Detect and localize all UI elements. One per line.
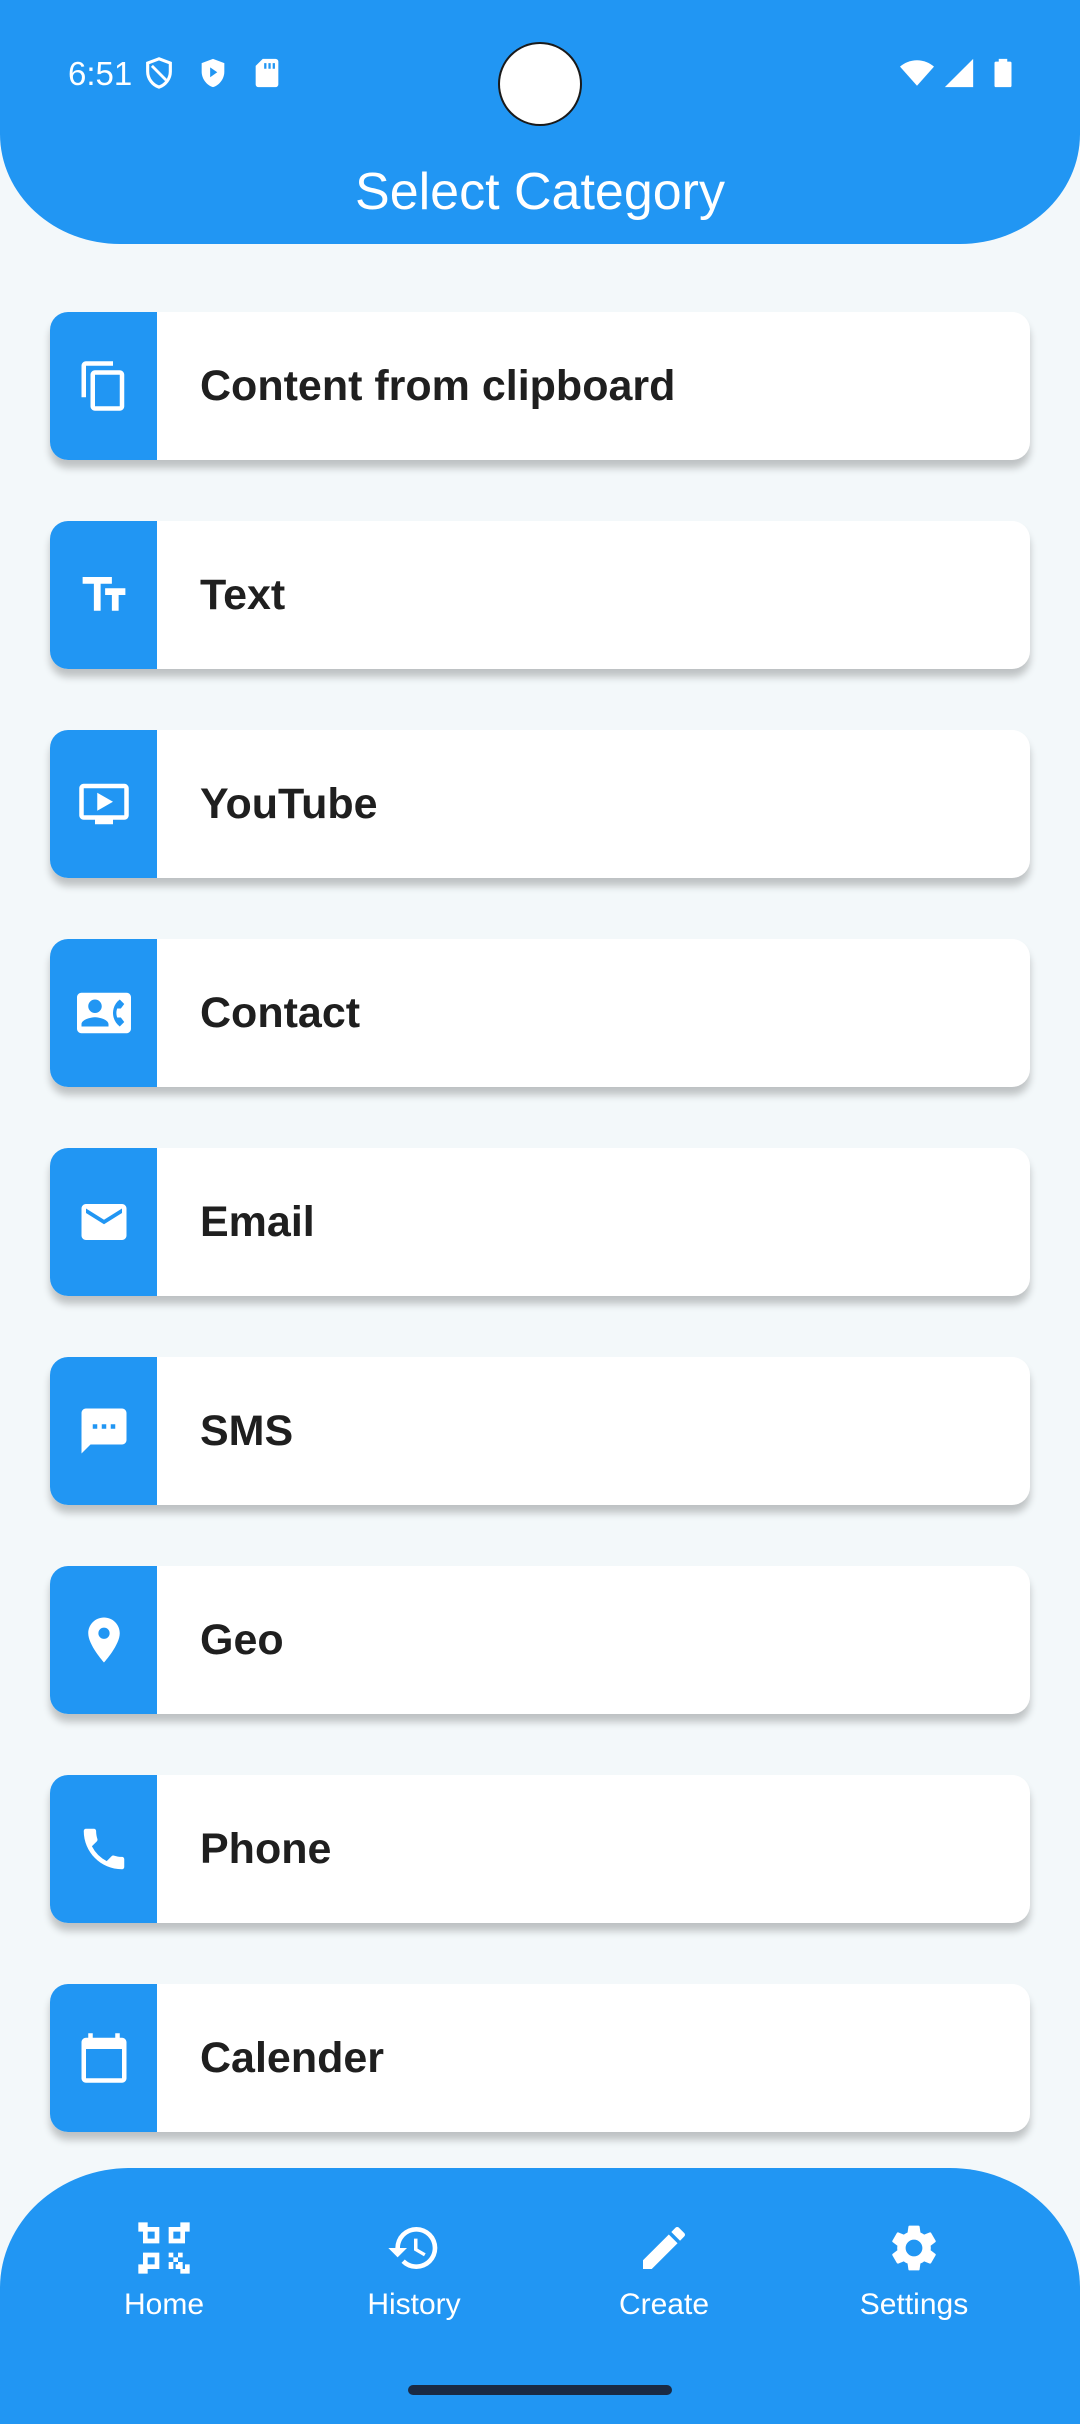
email-icon [81,1204,126,1240]
nav-item-settings[interactable]: Settings [814,2220,1014,2322]
category-icon-box [50,1775,157,1923]
category-item-youtube[interactable]: YouTube [50,730,1030,878]
play-shield-icon [201,58,225,88]
nav-label: Home [123,2288,205,2321]
category-item-sms[interactable]: SMS [50,1357,1030,1505]
category-item-clipboard[interactable]: Content from clipboard [50,312,1030,460]
category-label: SMS [200,1407,294,1455]
category-label: Email [200,1198,315,1246]
sd-card-icon [255,58,279,88]
calendar-icon [81,2033,126,2083]
category-label: Text [200,571,286,619]
category-item-contact[interactable]: Contact [50,939,1030,1087]
qr-code-icon [138,2222,190,2274]
home-indicator[interactable] [408,2385,672,2395]
page-title: Select Category [355,163,725,221]
video-screen-icon [78,783,129,825]
category-icon-box [50,1148,157,1296]
category-label: YouTube [200,780,378,828]
pencil-icon [643,2226,686,2269]
category-icon-box [50,1566,157,1714]
category-item-email[interactable]: Email [50,1148,1030,1296]
location-pin-icon [87,1617,120,1663]
cellular-signal-icon [944,58,974,88]
category-icon-box [50,312,157,460]
category-label: Calender [200,2034,385,2082]
nav-item-create[interactable]: Create [564,2220,764,2322]
nav-item-history[interactable]: History [314,2220,514,2322]
category-list: Content from clipboard Text YouTube Cont… [50,312,1030,2193]
status-time: 6:51 [68,55,133,92]
contact-card-icon [76,992,131,1034]
category-label: Geo [200,1616,284,1664]
gear-icon [892,2225,936,2271]
category-icon-box [50,521,157,669]
app-header: 6:51 Select Category [0,0,1080,244]
copy-icon [81,361,124,411]
category-label: Contact [200,989,361,1037]
nav-label: Settings [859,2288,969,2321]
category-item-phone[interactable]: Phone [50,1775,1030,1923]
category-icon-box [50,1984,157,2132]
category-label: Phone [200,1825,332,1873]
category-label: Content from clipboard [200,362,676,410]
text-fields-icon [82,577,125,611]
nav-label: Create [618,2288,710,2321]
category-item-geo[interactable]: Geo [50,1566,1030,1714]
nav-item-home[interactable]: Home [64,2220,264,2322]
history-icon [388,2227,438,2269]
nav-label: History [367,2288,461,2321]
battery-icon [994,58,1012,88]
camera-cutout [500,44,580,124]
sms-icon [81,1408,126,1454]
category-icon-box [50,939,157,1087]
category-item-text[interactable]: Text [50,521,1030,669]
shield-outline-icon [146,57,172,89]
category-icon-box [50,730,157,878]
phone-icon [83,1828,124,1870]
category-item-calender[interactable]: Calender [50,1984,1030,2132]
wifi-icon [900,60,934,86]
category-icon-box [50,1357,157,1505]
